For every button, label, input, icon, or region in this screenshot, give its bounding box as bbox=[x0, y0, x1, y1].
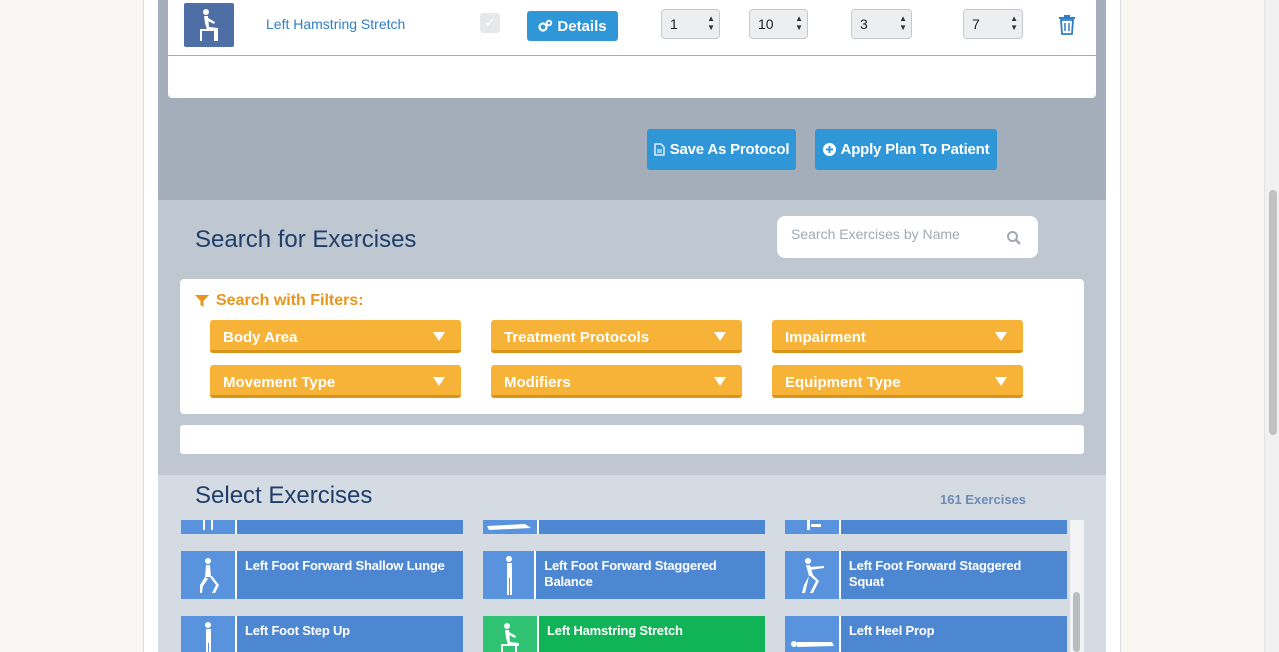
standing-figure-icon bbox=[483, 551, 537, 599]
details-button[interactable]: Details bbox=[527, 11, 618, 41]
hold-value: 3 bbox=[860, 16, 868, 32]
exercise-tile-label bbox=[841, 520, 857, 534]
exercise-tile[interactable] bbox=[181, 520, 463, 534]
exercise-tile[interactable] bbox=[483, 520, 765, 534]
filter-impairment[interactable]: Impairment bbox=[772, 320, 1023, 353]
filter-label: Equipment Type bbox=[785, 374, 901, 391]
exercise-tile-label: Left Hamstring Stretch bbox=[547, 623, 683, 638]
scrollbar-thumb[interactable] bbox=[1073, 592, 1080, 652]
caret-down-icon bbox=[433, 332, 445, 341]
seated-figure-icon bbox=[483, 616, 539, 652]
filter-label: Movement Type bbox=[223, 374, 336, 391]
filters-heading-label: Search with Filters: bbox=[216, 292, 364, 309]
plan-exercise-link[interactable]: Left Hamstring Stretch bbox=[266, 16, 405, 32]
trash-icon[interactable] bbox=[1057, 14, 1077, 36]
funnel-icon bbox=[195, 295, 209, 307]
exercise-tile[interactable]: Left Heel Prop bbox=[785, 616, 1067, 652]
select-title: Select Exercises bbox=[195, 482, 373, 509]
scrollbar-thumb[interactable] bbox=[1269, 190, 1277, 435]
stepper-arrows-icon[interactable]: ▲ ▼ bbox=[707, 14, 715, 32]
squat-figure-icon bbox=[785, 551, 841, 599]
caret-down-icon bbox=[433, 377, 445, 386]
search-icon[interactable] bbox=[1006, 230, 1022, 246]
exercise-checkbox[interactable]: ✓ bbox=[480, 13, 500, 33]
reps-value: 10 bbox=[758, 16, 774, 32]
page-scrollbar[interactable] bbox=[1264, 0, 1279, 652]
exercise-figure-icon bbox=[483, 520, 539, 534]
lunge-figure-icon bbox=[181, 551, 237, 599]
apply-plan-label: Apply Plan To Patient bbox=[840, 141, 990, 158]
apply-plan-button[interactable]: Apply Plan To Patient bbox=[815, 129, 997, 170]
filter-movement-type[interactable]: Movement Type bbox=[210, 365, 461, 398]
search-title: Search for Exercises bbox=[195, 226, 417, 253]
caret-down-icon bbox=[995, 377, 1007, 386]
exercise-tile-label: Left Foot Step Up bbox=[245, 623, 350, 638]
caret-down-icon bbox=[714, 377, 726, 386]
exercise-tile[interactable]: Left Foot Step Up bbox=[181, 616, 463, 652]
exercise-tile[interactable]: Left Foot Forward Shallow Lunge bbox=[181, 551, 463, 599]
exercise-tile-selected[interactable]: Left Hamstring Stretch bbox=[483, 616, 765, 652]
exercise-tile-label: Left Foot Forward Staggered Balance bbox=[544, 558, 717, 589]
filter-equipment-type[interactable]: Equipment Type bbox=[772, 365, 1023, 398]
exercise-grid: Left Foot Forward Shallow Lunge Left Foo… bbox=[158, 520, 1106, 652]
lying-figure-icon bbox=[785, 616, 841, 652]
exercise-tile-label: Left Foot Forward Shallow Lunge bbox=[245, 558, 445, 573]
exercise-tile[interactable]: Left Foot Forward Staggered Squat bbox=[785, 551, 1067, 599]
filter-treatment-protocols[interactable]: Treatment Protocols bbox=[491, 320, 742, 353]
exercise-count: 161 Exercises bbox=[940, 492, 1027, 507]
sets-value: 1 bbox=[670, 16, 678, 32]
document-icon bbox=[654, 143, 665, 156]
filter-label: Modifiers bbox=[504, 374, 571, 391]
exercise-tile-label bbox=[237, 520, 253, 534]
search-box bbox=[777, 216, 1038, 258]
search-input[interactable] bbox=[791, 226, 991, 242]
active-filters-bar bbox=[180, 425, 1084, 454]
exercise-list-scrollbar[interactable] bbox=[1070, 520, 1084, 652]
hold-spinner[interactable]: 3 ▲ ▼ bbox=[851, 9, 912, 39]
filters-heading: Search with Filters: bbox=[195, 292, 364, 310]
reps-spinner[interactable]: 10 ▲ ▼ bbox=[749, 9, 808, 39]
check-icon: ✓ bbox=[484, 15, 496, 30]
caret-down-icon bbox=[995, 332, 1007, 341]
seated-figure-icon bbox=[200, 9, 218, 41]
stepper-arrows-icon[interactable]: ▲ ▼ bbox=[795, 14, 803, 32]
plus-circle-icon bbox=[822, 143, 836, 156]
gears-icon bbox=[538, 19, 553, 32]
exercise-thumbnail[interactable] bbox=[184, 3, 234, 47]
save-as-protocol-button[interactable]: Save As Protocol bbox=[647, 129, 796, 170]
exercise-tile-label: Left Heel Prop bbox=[849, 623, 935, 638]
stepper-arrows-icon[interactable]: ▲ ▼ bbox=[899, 14, 907, 32]
caret-down-icon bbox=[714, 332, 726, 341]
save-as-protocol-label: Save As Protocol bbox=[669, 141, 790, 158]
filter-label: Body Area bbox=[223, 329, 298, 346]
exercise-figure-icon bbox=[785, 520, 841, 534]
exercise-tile[interactable] bbox=[785, 520, 1067, 534]
plan-row-footer bbox=[168, 56, 1096, 98]
filter-label: Treatment Protocols bbox=[504, 329, 650, 346]
stepper-arrows-icon[interactable]: ▲ ▼ bbox=[1010, 14, 1018, 32]
exercise-tile-label: Left Foot Forward Staggered Squat bbox=[848, 558, 1022, 589]
exercise-figure-icon bbox=[181, 520, 237, 534]
frequency-value: 7 bbox=[972, 16, 980, 32]
exercise-tile-label bbox=[539, 520, 555, 534]
frequency-spinner[interactable]: 7 ▲ ▼ bbox=[963, 9, 1023, 39]
step-up-figure-icon bbox=[181, 616, 237, 652]
filter-body-area[interactable]: Body Area bbox=[210, 320, 461, 353]
sets-spinner[interactable]: 1 ▲ ▼ bbox=[661, 9, 720, 39]
exercise-tile[interactable]: Left Foot Forward Staggered Balance bbox=[483, 551, 765, 599]
details-label: Details bbox=[557, 17, 607, 35]
filter-modifiers[interactable]: Modifiers bbox=[491, 365, 742, 398]
filter-label: Impairment bbox=[785, 329, 866, 346]
